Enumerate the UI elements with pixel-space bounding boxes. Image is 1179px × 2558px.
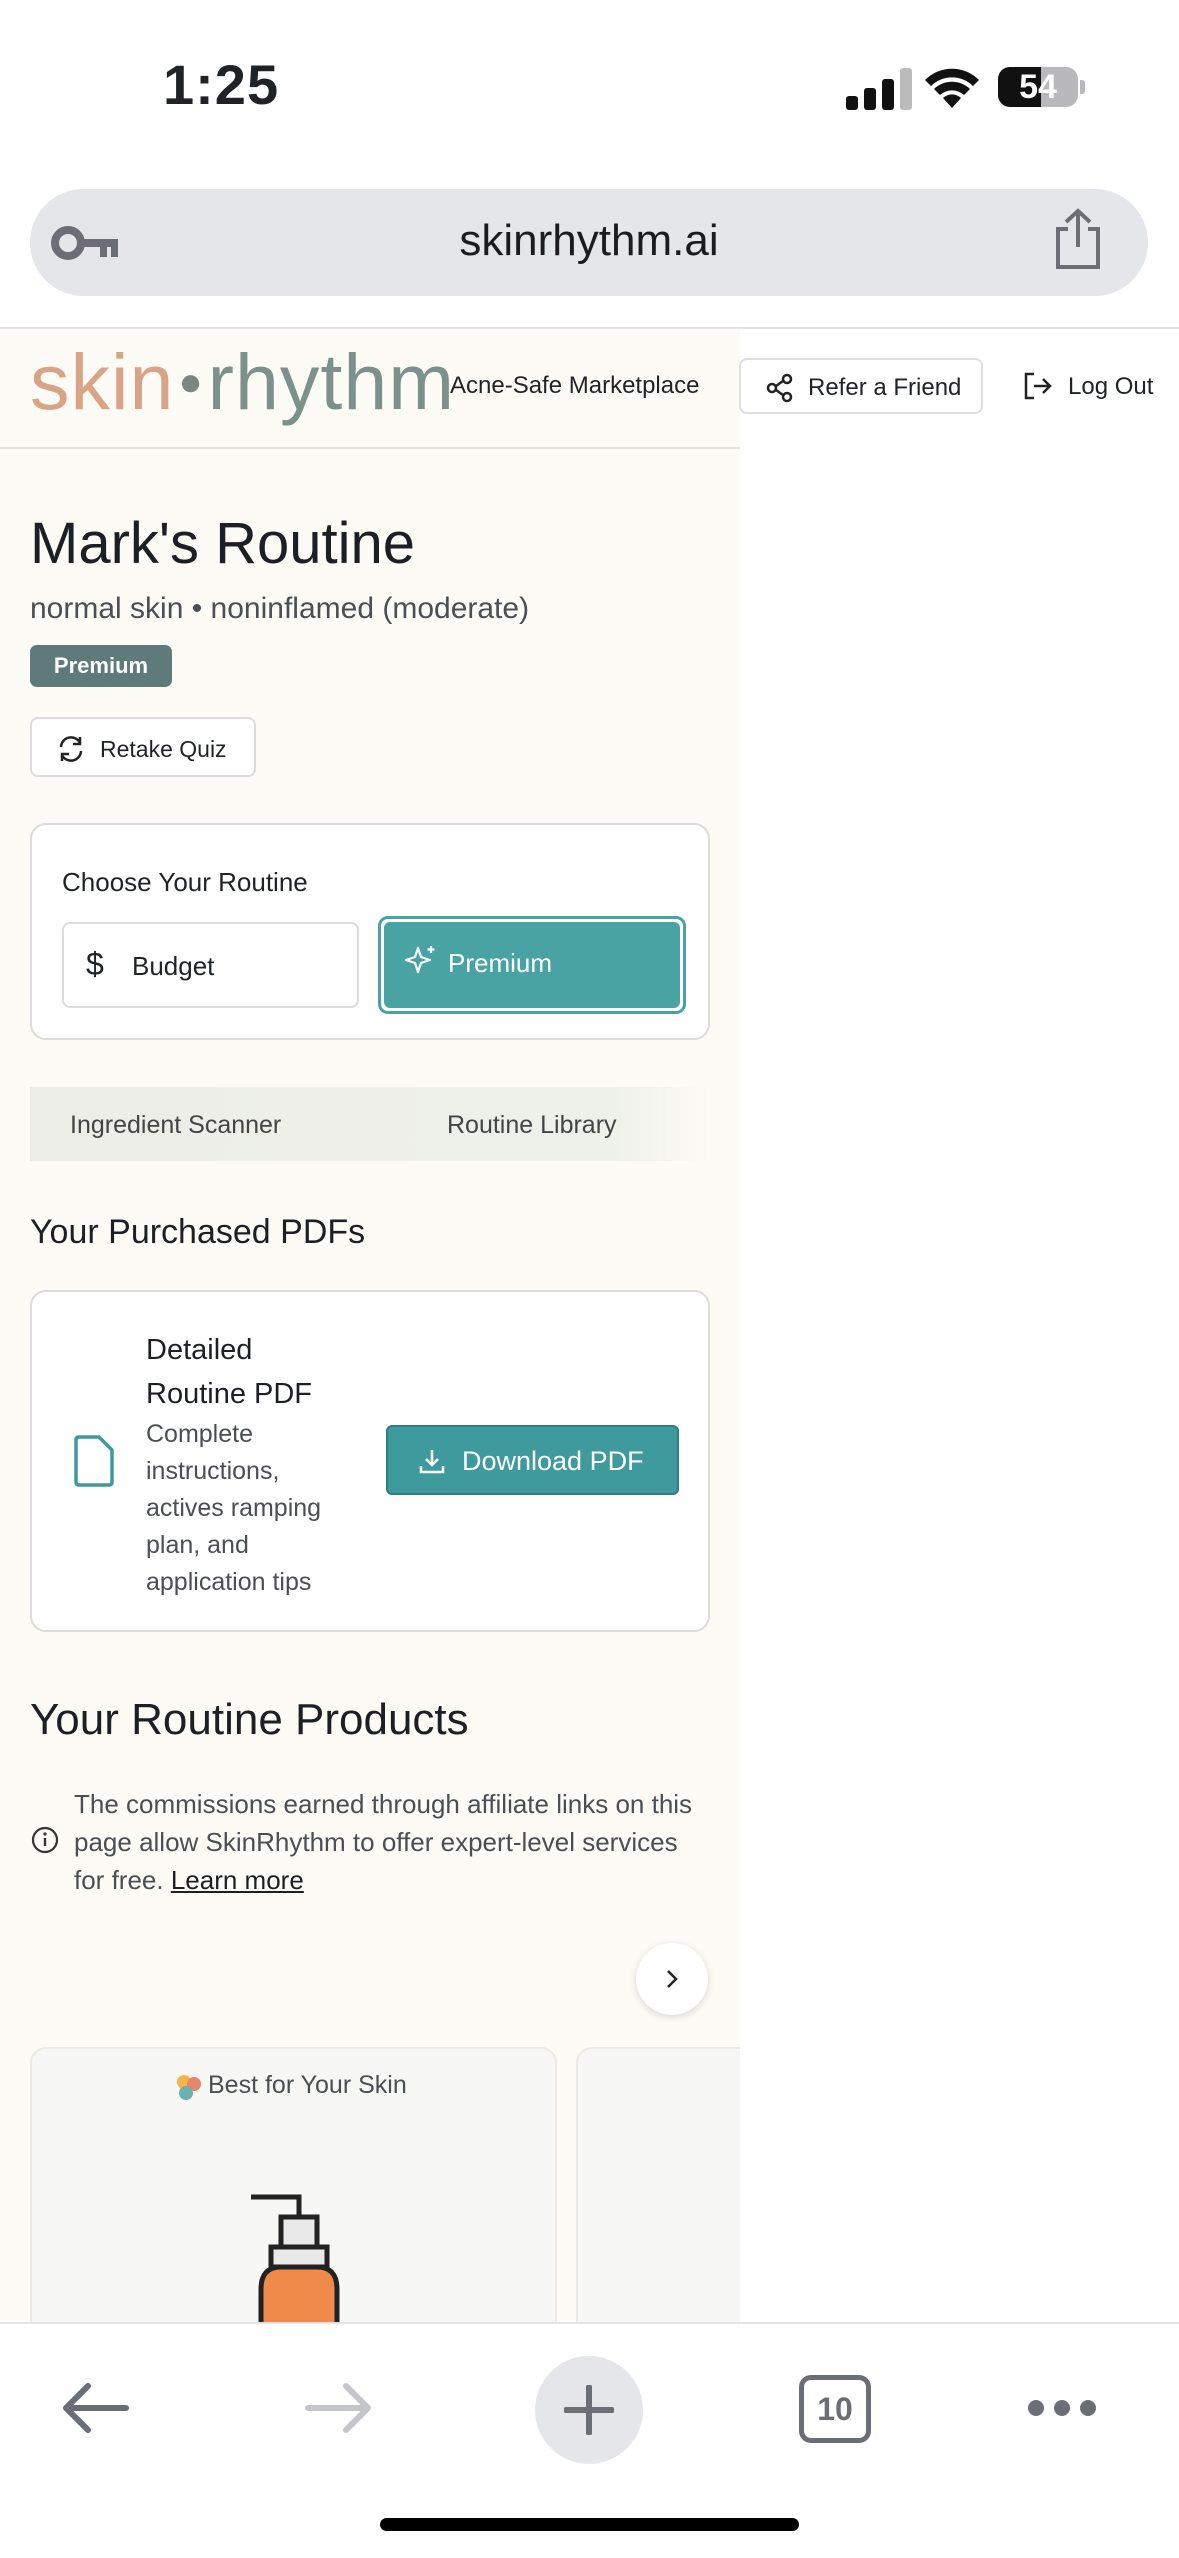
logo-rhythm: rhythm — [207, 337, 456, 426]
tab-ingredient-scanner[interactable]: Ingredient Scanner — [70, 1111, 281, 1140]
plus-icon — [564, 2385, 614, 2435]
wifi-icon — [925, 68, 979, 108]
retake-quiz-label: Retake Quiz — [100, 736, 227, 762]
tab-routine-library[interactable]: Routine Library — [447, 1111, 617, 1140]
nav-marketplace-link[interactable]: Acne-Safe Marketplace — [450, 372, 699, 400]
pdf-description: Complete instructions, actives ramping p… — [146, 1420, 322, 1596]
page-title: Mark's Routine — [30, 511, 415, 576]
carousel-next-button[interactable] — [636, 1943, 708, 2015]
chevron-right-icon — [667, 1970, 678, 1988]
color-dots-icon — [177, 2075, 201, 2100]
dollar-icon: $ — [86, 946, 104, 982]
status-time: 1:25 — [163, 53, 280, 116]
logo-skin: skin — [30, 337, 175, 426]
product-tag: Best for Your Skin — [208, 2071, 407, 2099]
choose-routine-heading: Choose Your Routine — [62, 867, 308, 897]
logout-button[interactable]: Log Out — [1022, 358, 1179, 414]
more-options-icon[interactable] — [1026, 2396, 1098, 2420]
download-pdf-button[interactable]: Download PDF — [386, 1425, 679, 1495]
info-icon — [31, 1826, 59, 1854]
logout-label: Log Out — [1068, 373, 1154, 400]
retake-quiz-button[interactable]: Retake Quiz — [30, 717, 256, 777]
tab-switcher-button[interactable]: 10 — [799, 2375, 871, 2443]
sparkles-icon — [404, 946, 435, 974]
plan-badge: Premium — [30, 645, 172, 687]
forward-arrow-icon[interactable] — [304, 2376, 376, 2440]
share-nodes-icon — [766, 373, 793, 403]
refer-friend-label: Refer a Friend — [808, 374, 962, 401]
cellular-signal-icon — [846, 68, 912, 110]
battery-cap — [1080, 80, 1085, 94]
status-bar: 1:25 54 — [0, 0, 1179, 175]
address-bar[interactable]: skinrhythm.ai — [30, 189, 1148, 296]
back-arrow-icon[interactable] — [58, 2376, 130, 2440]
battery-level: 54 — [1019, 68, 1057, 106]
new-tab-button[interactable] — [535, 2356, 643, 2464]
purchased-pdfs-heading: Your Purchased PDFs — [30, 1213, 366, 1251]
routine-products-heading: Your Routine Products — [30, 1695, 469, 1744]
learn-more-link[interactable]: Learn more — [171, 1865, 304, 1895]
refresh-icon — [59, 736, 83, 762]
download-pdf-label: Download PDF — [462, 1446, 644, 1476]
site-logo[interactable]: skin ●rhythm — [30, 336, 455, 428]
pdf-title: Detailed Routine PDF — [146, 1334, 313, 1410]
feature-tabs: Ingredient Scanner Routine Library — [30, 1087, 710, 1161]
refer-friend-button[interactable]: Refer a Friend — [739, 358, 983, 414]
premium-option[interactable]: Premium — [378, 916, 686, 1014]
pdf-card: Detailed Routine PDF Complete instructio… — [30, 1290, 710, 1632]
premium-label: Premium — [448, 948, 553, 978]
choose-routine-card: Choose Your Routine $ Budget Premium — [30, 823, 710, 1040]
logout-icon — [1024, 372, 1052, 400]
skin-profile: normal skin • noninflamed (moderate) — [30, 592, 530, 625]
budget-label: Budget — [132, 951, 215, 981]
disclosure-text: The commissions earned through affiliate… — [74, 1789, 693, 1895]
budget-option[interactable]: $ Budget — [62, 922, 359, 1008]
download-icon — [419, 1450, 445, 1474]
affiliate-disclosure: The commissions earned through affiliate… — [74, 1785, 714, 1899]
home-indicator — [380, 2518, 799, 2531]
file-icon — [74, 1435, 114, 1487]
battery-icon: 54 — [998, 67, 1078, 107]
url-text[interactable]: skinrhythm.ai — [30, 216, 1148, 266]
share-icon[interactable] — [1048, 207, 1108, 271]
